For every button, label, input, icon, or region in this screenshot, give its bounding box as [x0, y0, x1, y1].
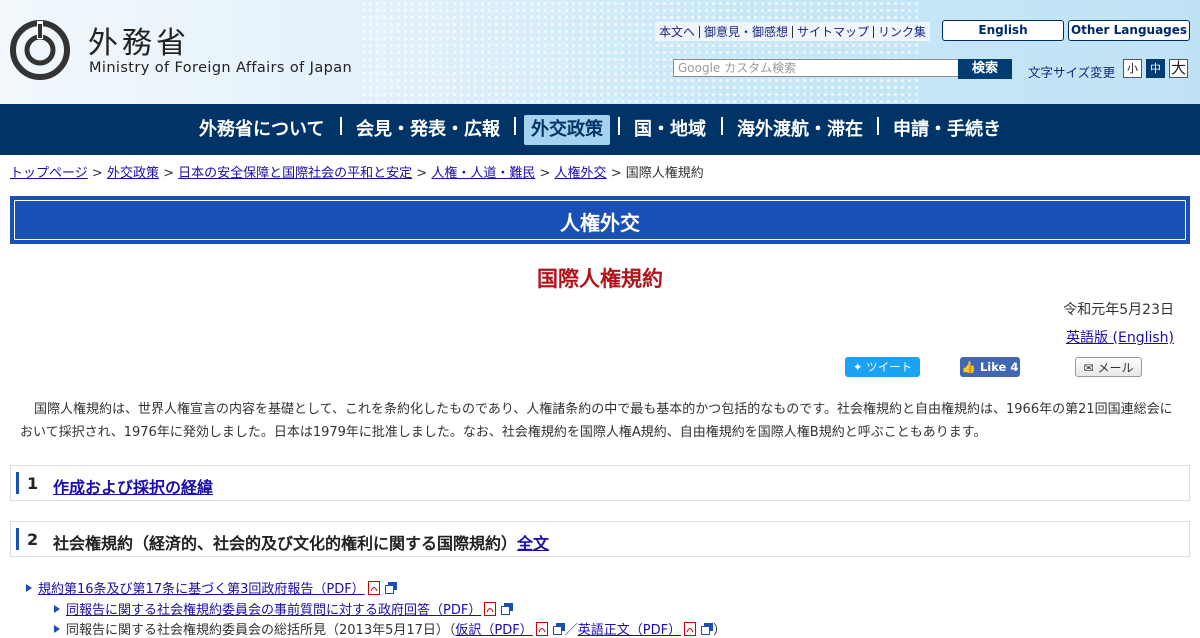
nav-procedures[interactable]: 申請・手続き: [886, 115, 1008, 145]
mail-label: メール: [1097, 361, 1134, 375]
new-window-icon: [384, 581, 397, 594]
divider: [877, 117, 879, 135]
section-band: 人権外交: [10, 196, 1190, 244]
font-size-small-button[interactable]: 小: [1123, 59, 1142, 78]
facebook-like-button[interactable]: 👍 Like 4: [960, 357, 1020, 377]
util-link-sitemap[interactable]: サイトマップ: [797, 23, 869, 40]
response-link[interactable]: 同報告に関する社会権規約委員会の事前質問に対する政府回答（PDF）: [66, 599, 481, 618]
section-heading-text: 作成および採択の経緯: [53, 474, 213, 498]
mail-button[interactable]: ✉ メール: [1075, 357, 1142, 377]
new-window-icon: [552, 622, 565, 635]
font-size-label: 文字サイズ変更: [1028, 65, 1116, 80]
slash-separator: ／: [564, 623, 578, 638]
full-text-link[interactable]: 全文: [517, 534, 549, 553]
section-band-title: 人権外交: [560, 211, 640, 235]
divider: [873, 25, 875, 38]
section-heading-1: 1 作成および採択の経緯: [10, 465, 1190, 501]
bullet-arrow-icon: [54, 624, 60, 633]
bullet-arrow-icon: [54, 604, 60, 613]
breadcrumb-link-top[interactable]: トップページ: [10, 166, 88, 181]
tweet-button[interactable]: ✦ ツイート: [845, 357, 920, 377]
font-size-medium-button[interactable]: 中: [1146, 59, 1165, 78]
provisional-translation-link[interactable]: 仮訳（PDF）: [455, 619, 532, 638]
logo-english[interactable]: Ministry of Foreign Affairs of Japan: [89, 60, 352, 76]
search-input[interactable]: Google カスタム検索: [673, 59, 963, 77]
breadcrumb-current: 国際人権規約: [625, 166, 704, 181]
section-number: 1: [27, 474, 39, 493]
util-link-feedback[interactable]: 御意見・御感想: [704, 23, 788, 40]
breadcrumb-separator: >: [163, 166, 174, 181]
list-item: 規約第16条及び第17条に基づく第3回政府報告（PDF）: [26, 578, 397, 597]
global-nav: 外務省について 会見・発表・広報 外交政策 国・地域 海外渡航・滞在 申請・手続…: [0, 104, 1200, 155]
thumbs-up-icon: 👍: [961, 360, 976, 374]
section-2-title: 社会権規約（経済的、社会的及び文化的権利に関する国際規約）: [53, 534, 518, 553]
pdf-icon: [484, 601, 497, 616]
search-button[interactable]: 検索: [958, 59, 1012, 79]
util-link-honbun[interactable]: 本文へ: [659, 23, 695, 40]
english-version-link[interactable]: 英語版 (English): [1066, 327, 1174, 347]
font-size-large-button[interactable]: 大: [1169, 59, 1188, 78]
divider: [514, 117, 516, 135]
breadcrumb-link-human-rights[interactable]: 人権・人道・難民: [431, 166, 535, 181]
other-languages-button[interactable]: Other Languages: [1068, 20, 1190, 41]
envelope-icon: ✉: [1083, 361, 1094, 375]
breadcrumb-separator: >: [416, 166, 428, 181]
divider: [792, 25, 794, 38]
section-heading-text: 社会権規約（経済的、社会的及び文化的権利に関する国際規約）全文: [53, 530, 549, 554]
publish-date: 令和元年5月23日: [1063, 302, 1174, 318]
nav-about[interactable]: 外務省について: [192, 115, 331, 145]
utility-links: 本文へ 御意見・御感想 サイトマップ リンク集: [655, 22, 931, 41]
list-item: 同報告に関する社会権規約委員会の事前質問に対する政府回答（PDF）: [54, 599, 514, 618]
section-number: 2: [27, 530, 39, 549]
bullet-arrow-icon: [26, 583, 32, 592]
logo-japanese[interactable]: 外務省: [88, 18, 190, 62]
nav-press[interactable]: 会見・発表・広報: [349, 115, 507, 145]
world-map-dots: [360, 0, 920, 104]
breadcrumb-link-human-rights-diplomacy[interactable]: 人権外交: [555, 166, 607, 181]
nav-travel[interactable]: 海外渡航・滞在: [730, 115, 870, 145]
breadcrumb-separator: >: [610, 166, 622, 181]
pdf-icon: [367, 580, 380, 595]
tweet-label: ツイート: [866, 360, 913, 374]
pdf-icon: [535, 621, 548, 636]
english-button[interactable]: English: [942, 20, 1064, 41]
site-header: 外務省 Ministry of Foreign Affairs of Japan…: [0, 0, 1200, 104]
new-window-icon: [701, 622, 714, 635]
list-item: 同報告に関する社会権規約委員会の総括所見（2013年5月17日）（ 仮訳（PDF…: [54, 619, 726, 638]
intro-paragraph: 国際人権規約は、世界人権宣言の内容を基礎として、これを条約化したものであり、人権…: [20, 402, 1173, 440]
nav-foreign-policy[interactable]: 外交政策: [524, 115, 610, 145]
divider: [721, 117, 723, 135]
section-1-link[interactable]: 作成および採択の経緯: [53, 478, 213, 497]
breadcrumb: トップページ > 外交政策 > 日本の安全保障と国際社会の平和と安定 > 人権・…: [10, 162, 704, 181]
like-label: Like 4: [979, 360, 1019, 374]
breadcrumb-link-foreign-policy[interactable]: 外交政策: [107, 166, 159, 181]
report-link[interactable]: 規約第16条及び第17条に基づく第3回政府報告（PDF）: [38, 578, 365, 597]
breadcrumb-separator: >: [91, 166, 103, 181]
breadcrumb-separator: >: [539, 166, 551, 181]
english-original-link[interactable]: 英語正文（PDF）: [578, 619, 681, 638]
breadcrumb-link-security[interactable]: 日本の安全保障と国際社会の平和と安定: [178, 166, 412, 181]
page-title: 国際人権規約: [537, 267, 663, 291]
pdf-icon: [684, 621, 697, 636]
divider: [618, 117, 620, 135]
new-window-icon: [501, 602, 514, 615]
divider: [340, 117, 342, 135]
util-link-links[interactable]: リンク集: [878, 23, 926, 40]
closing-paren: ）: [713, 623, 727, 638]
mofa-emblem-icon[interactable]: [10, 20, 70, 80]
section-heading-2: 2 社会権規約（経済的、社会的及び文化的権利に関する国際規約）全文: [10, 521, 1190, 557]
twitter-bird-icon: ✦: [852, 360, 863, 374]
divider: [699, 25, 701, 38]
nav-countries[interactable]: 国・地域: [627, 115, 713, 145]
observations-text: 同報告に関する社会権規約委員会の総括所見（2013年5月17日）（: [66, 623, 456, 638]
